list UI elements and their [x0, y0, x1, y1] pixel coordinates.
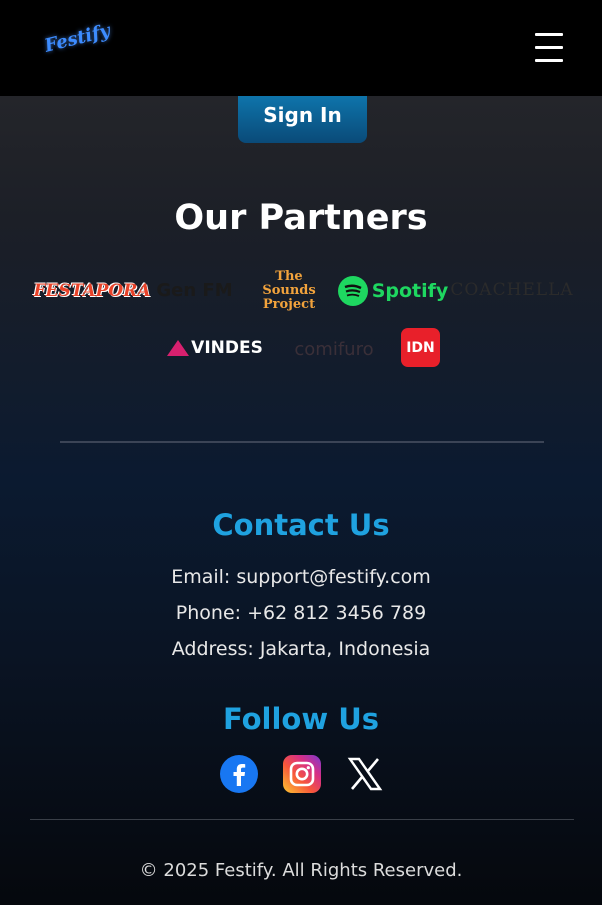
idn-logo: IDN	[401, 328, 440, 367]
coachella-text: COACHELLA	[450, 280, 574, 300]
spotify-text: Spotify	[371, 280, 449, 302]
contact-title: Contact Us	[212, 508, 390, 542]
gen-fm-text: Gen FM	[156, 279, 233, 301]
idn-text: IDN	[406, 339, 435, 356]
sounds-project-text: The Sounds Project	[262, 269, 316, 312]
comifuro-logo: comifuro	[282, 336, 386, 362]
copyright-text: © 2025 Festify. All Rights Reserved.	[139, 860, 463, 881]
hamburger-menu-button[interactable]	[530, 30, 568, 64]
contact-address: Address: Jakarta, Indonesia	[171, 638, 431, 660]
vindes-mountain-icon	[167, 340, 190, 356]
partners-title: Our Partners	[174, 198, 428, 238]
contact-email[interactable]: Email: support@festify.com	[0, 566, 602, 588]
vindes-text: VINDES	[191, 338, 263, 358]
section-divider	[60, 441, 544, 443]
top-navbar: Festify	[0, 0, 602, 96]
gen-fm-logo: Gen FM	[156, 272, 232, 308]
spotify-icon	[337, 276, 368, 306]
vindes-logo: VINDES	[164, 334, 266, 362]
contact-phone: Phone: +62 812 3456 789	[175, 602, 427, 624]
instagram-icon[interactable]	[283, 755, 321, 793]
facebook-icon[interactable]	[220, 755, 258, 793]
the-sounds-project-logo: The Sounds Project	[250, 270, 328, 312]
festify-logo[interactable]: Festify	[42, 20, 112, 57]
comifuro-text: comifuro	[294, 338, 374, 360]
x-icon[interactable]	[346, 755, 384, 793]
spotify-logo: Spotify	[337, 274, 448, 308]
follow-title: Follow Us	[222, 702, 380, 736]
festapora-text: FESTAPORA	[33, 281, 151, 301]
coachella-logo: COACHELLA	[450, 278, 572, 302]
menu-bar-middle	[535, 46, 563, 49]
menu-bar-top	[535, 33, 563, 36]
menu-bar-bottom	[535, 59, 563, 62]
festapora-logo: FESTAPORA	[33, 274, 150, 308]
footer-divider	[30, 819, 574, 820]
